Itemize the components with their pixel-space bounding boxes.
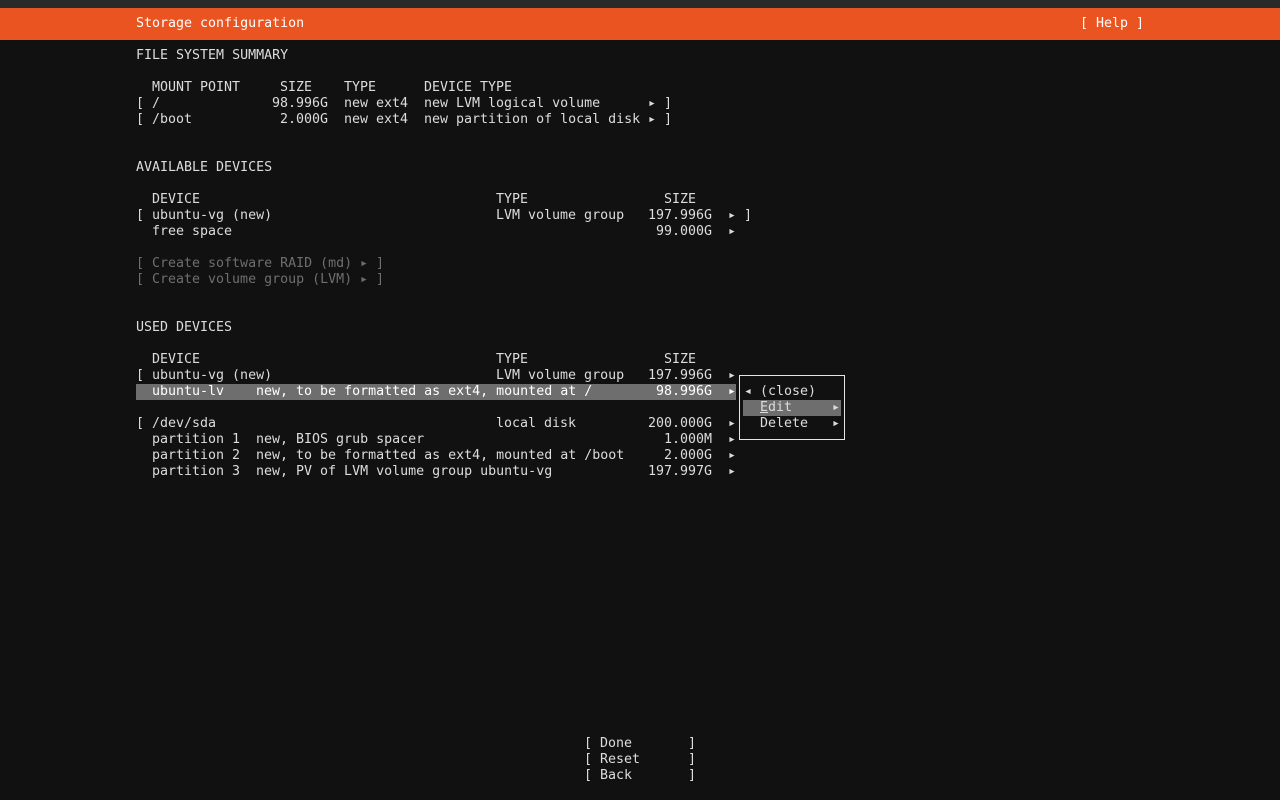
used-type: local disk [496,416,577,431]
bracket-close: ] [688,752,697,767]
used-devices-title: USED DEVICES [136,320,233,335]
avail-device: ubuntu-vg (new) [152,208,273,223]
used-device: ubuntu-vg (new) [152,368,273,383]
used-col-size: SIZE [664,352,697,367]
edit-hotkey: E [760,400,769,415]
partition-desc: new, PV of LVM volume group ubuntu-vg [256,464,553,479]
fs-type: new ext4 [344,96,409,111]
partition-desc: new, BIOS grub spacer [256,432,425,447]
arrow-right-icon: ▸ [728,416,737,431]
arrow-right-icon: ▸ [832,400,841,415]
arrow-right-icon: ▸ [648,96,657,111]
fs-size: 98.996G [272,96,329,111]
avail-size: 197.996G [648,208,713,223]
create-raid-label: Create software RAID (md) [152,256,353,271]
fs-summary-title: FILE SYSTEM SUMMARY [136,48,289,63]
avail-device: free space [152,224,233,239]
fs-col-device-type: DEVICE TYPE [424,80,513,95]
used-size: 197.996G [648,368,713,383]
bracket-open: [ [584,768,593,783]
partition-name: partition 2 [152,448,241,463]
arrow-left-icon: ◂ [744,384,753,399]
bracket-open: [ [584,752,593,767]
avail-size: 99.000G [656,224,713,239]
bracket-close: ] [664,96,673,111]
bracket-close: ] [744,208,753,223]
bracket-open: [ [584,736,593,751]
fs-type: new ext4 [344,112,409,127]
create-vg-label: Create volume group (LVM) [152,272,353,287]
used-size: 98.996G [656,384,713,399]
partition-desc: new, to be formatted as ext4, mounted at… [256,448,625,463]
page-title: Storage configuration [136,16,305,31]
fs-mount: / [152,96,161,111]
bracket-close: ] [688,736,697,751]
avail-col-type: TYPE [496,192,529,207]
partition-name: partition 3 [152,464,241,479]
fs-device-type: new partition of local disk [424,112,641,127]
popup-edit-item[interactable]: Edit ▸ [743,400,841,416]
arrow-right-icon: ▸ [360,256,369,271]
arrow-right-icon: ▸ [728,208,737,223]
fs-col-type: TYPE [344,80,377,95]
partition-size: 1.000M [664,432,713,447]
bracket-open: [ [136,256,145,271]
used-device: ubuntu-lv [152,384,225,399]
partition-size: 197.997G [648,464,713,479]
bracket-open: [ [136,272,145,287]
used-device: /dev/sda [152,416,217,431]
header-bar: Storage configuration [ Help ] [0,8,1280,40]
avail-col-device: DEVICE [152,192,201,207]
popup-close-label: (close) [760,384,817,399]
used-row-lv-selected[interactable]: ubuntu-lv new, to be formatted as ext4, … [136,384,736,400]
fs-col-size: SIZE [280,80,313,95]
used-col-type: TYPE [496,352,529,367]
bracket-open: [ [136,208,145,223]
arrow-right-icon: ▸ [728,432,737,447]
arrow-right-icon: ▸ [728,448,737,463]
back-label: Back [600,768,633,783]
fs-col-mount: MOUNT POINT [152,80,241,95]
edit-rest: dit [768,400,793,415]
used-size: 200.000G [648,416,713,431]
partition-size: 2.000G [664,448,713,463]
bracket-open: [ [136,112,145,127]
used-type: LVM volume group [496,368,625,383]
used-desc: new, to be formatted as ext4, mounted at… [256,384,593,399]
avail-col-size: SIZE [664,192,697,207]
avail-type: LVM volume group [496,208,625,223]
bracket-close: ] [376,256,385,271]
bracket-close: ] [688,768,697,783]
arrow-right-icon: ▸ [728,224,737,239]
arrow-right-icon: ▸ [832,416,841,431]
fs-mount: /boot [152,112,193,127]
bracket-close: ] [664,112,673,127]
arrow-right-icon: ▸ [648,112,657,127]
popup-delete-label: Delete [760,416,809,431]
bracket-close: ] [376,272,385,287]
available-devices-title: AVAILABLE DEVICES [136,160,273,175]
fs-device-type: new LVM logical volume [424,96,601,111]
bracket-open: [ [136,368,145,383]
window-top-strip [0,0,1280,8]
bracket-open: [ [136,416,145,431]
arrow-right-icon: ▸ [728,368,737,383]
arrow-right-icon: ▸ [360,272,369,287]
arrow-right-icon: ▸ [728,464,737,479]
done-label: Done [600,736,633,751]
help-button[interactable]: [ Help ] [1080,16,1144,32]
fs-size: 2.000G [280,112,329,127]
bracket-open: [ [136,96,145,111]
partition-name: partition 1 [152,432,241,447]
reset-label: Reset [600,752,641,767]
popup-edit-label: Edit [760,400,792,416]
arrow-right-icon: ▸ [728,384,737,399]
used-col-device: DEVICE [152,352,201,367]
